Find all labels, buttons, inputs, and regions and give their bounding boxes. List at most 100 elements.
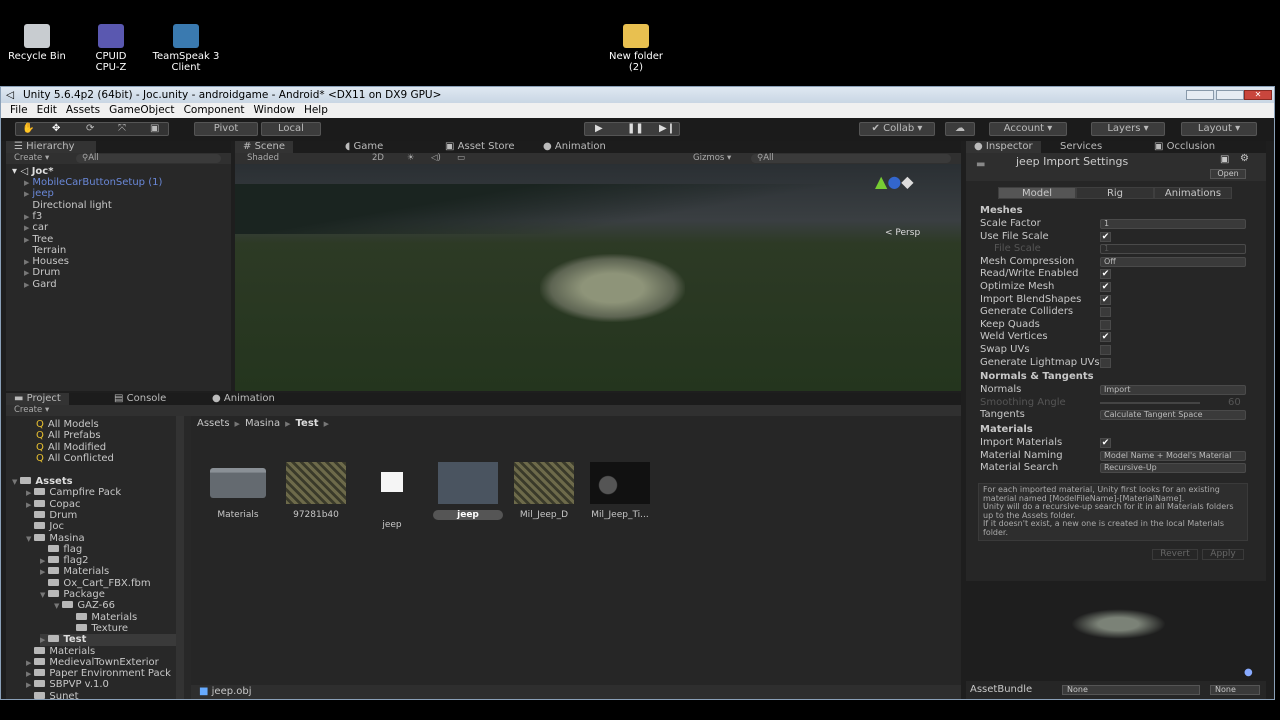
- folder-item[interactable]: ▼ Package: [40, 589, 182, 601]
- setting-checkbox[interactable]: [1100, 319, 1111, 330]
- expand-arrow-icon[interactable]: ▶: [24, 190, 29, 198]
- audio-toggle-icon[interactable]: ◁): [431, 153, 441, 164]
- setting-checkbox[interactable]: ✔: [1100, 231, 1111, 242]
- create-button[interactable]: Create ▾: [14, 153, 49, 164]
- step-button[interactable]: ▶❙: [659, 123, 675, 135]
- folder-item[interactable]: ▶Sunet: [26, 691, 182, 699]
- move-tool-icon[interactable]: ✥: [52, 123, 60, 135]
- setting-checkbox[interactable]: ✔: [1100, 294, 1111, 305]
- layout-dropdown[interactable]: Layout ▾: [1181, 122, 1257, 136]
- settings-gear-icon[interactable]: ⚙: [1240, 153, 1249, 164]
- favorite-search[interactable]: Q All Modified: [36, 442, 106, 453]
- hierarchy-item[interactable]: ▶Directional light: [24, 200, 111, 212]
- setting-field[interactable]: 1: [1100, 244, 1246, 255]
- desktop-icon[interactable]: Recycle Bin: [0, 24, 77, 62]
- setting-dropdown[interactable]: Import: [1100, 385, 1246, 396]
- asset-item[interactable]: 97281b40: [281, 462, 351, 520]
- revert-button[interactable]: Revert: [1152, 549, 1198, 560]
- folder-item[interactable]: ▶ Paper Environment Pack: [26, 668, 182, 680]
- play-button[interactable]: ▶: [595, 123, 603, 135]
- scene-gizmo[interactable]: ▲●◆: [875, 172, 945, 222]
- asset-label-icon[interactable]: ●: [1244, 667, 1253, 678]
- folder-item[interactable]: ▶ Materials: [40, 566, 182, 578]
- tab-game[interactable]: ◖ Game: [337, 141, 391, 153]
- favorite-search[interactable]: Q All Models: [36, 419, 99, 430]
- maximize-button[interactable]: [1216, 90, 1244, 100]
- setting-checkbox[interactable]: ✔: [1100, 332, 1111, 343]
- menu-file[interactable]: File: [10, 103, 28, 118]
- effects-toggle-icon[interactable]: ▭: [457, 153, 465, 164]
- hierarchy-search[interactable]: ⚲All: [76, 154, 221, 163]
- breadcrumb-item[interactable]: Test: [296, 418, 319, 429]
- setting-checkbox[interactable]: ✔: [1100, 282, 1111, 292]
- expand-arrow-icon[interactable]: ▶: [26, 670, 31, 678]
- scale-tool-icon[interactable]: ⤧: [118, 123, 126, 135]
- desktop-icon[interactable]: New folder (2): [596, 24, 676, 73]
- expand-arrow-icon[interactable]: ▶: [26, 659, 31, 667]
- setting-checkbox[interactable]: ✔: [1100, 438, 1111, 448]
- setting-dropdown[interactable]: Model Name + Model's Material: [1100, 450, 1246, 461]
- folder-item[interactable]: ▶ Test: [40, 634, 182, 647]
- account-button[interactable]: Account ▾: [989, 122, 1067, 136]
- setting-checkbox[interactable]: ✔: [1100, 269, 1111, 280]
- tree-scrollbar[interactable]: [176, 416, 184, 699]
- expand-arrow-icon[interactable]: ▶: [24, 269, 29, 277]
- jeep-model[interactable]: [540, 254, 685, 322]
- tab-inspector[interactable]: ● Inspector: [966, 141, 1041, 153]
- pivot-button[interactable]: Pivot: [194, 122, 258, 136]
- variant-dropdown[interactable]: None: [1210, 685, 1260, 695]
- hierarchy-item[interactable]: ▶ f3: [24, 211, 42, 223]
- model-preview[interactable]: ●: [966, 581, 1266, 681]
- collab-button[interactable]: ✔ Collab ▾: [859, 122, 935, 136]
- hierarchy-item[interactable]: ▶ Houses: [24, 256, 69, 268]
- folder-item[interactable]: ▶flag: [40, 544, 182, 556]
- folder-item[interactable]: ▶ Campfire Pack: [26, 487, 182, 499]
- favorite-search[interactable]: Q All Prefabs: [36, 430, 101, 441]
- folder-item[interactable]: ▶Texture: [68, 623, 182, 635]
- menu-edit[interactable]: Edit: [37, 103, 57, 118]
- menu-window[interactable]: Window: [254, 103, 295, 118]
- hierarchy-item[interactable]: ▶ Gard: [24, 279, 57, 291]
- subtab-model[interactable]: Model: [998, 187, 1076, 199]
- gizmos-dropdown[interactable]: Gizmos ▾: [693, 153, 731, 164]
- asset-item[interactable]: Mil_Jeep_D: [509, 462, 579, 520]
- tab-console[interactable]: ▤ Console: [106, 393, 174, 405]
- tab-services[interactable]: Services: [1052, 141, 1110, 153]
- expand-arrow-icon[interactable]: ▶: [24, 258, 29, 266]
- cloud-button[interactable]: ☁: [945, 122, 975, 136]
- expand-arrow-icon[interactable]: ▶: [40, 557, 45, 565]
- folder-item[interactable]: ▶ flag2: [40, 555, 182, 567]
- rect-tool-icon[interactable]: ▣: [150, 123, 159, 135]
- expand-arrow-icon[interactable]: ▶: [24, 281, 29, 289]
- asset-item[interactable]: Materials: [203, 462, 273, 520]
- help-icon[interactable]: ▣: [1220, 154, 1229, 165]
- lighting-toggle-icon[interactable]: ☀: [407, 153, 415, 164]
- expand-arrow-icon[interactable]: ▶: [26, 489, 31, 497]
- desktop-icon[interactable]: CPUID CPU-Z: [71, 24, 151, 73]
- folder-item[interactable]: ▶ Copac: [26, 499, 182, 511]
- collapse-arrow-icon[interactable]: ▼: [26, 535, 31, 543]
- folder-item[interactable]: ▶Joc: [26, 521, 182, 533]
- asset-item[interactable]: jeep: [433, 462, 503, 520]
- tab-scene[interactable]: # Scene: [235, 141, 294, 153]
- assetbundle-dropdown[interactable]: None: [1062, 685, 1200, 695]
- tab-animation[interactable]: ● Animation: [204, 393, 283, 405]
- tab-hierarchy[interactable]: ☰ Hierarchy: [6, 141, 96, 153]
- setting-checkbox[interactable]: [1100, 357, 1111, 368]
- 2d-toggle[interactable]: 2D: [372, 153, 384, 164]
- expand-arrow-icon[interactable]: ▶: [24, 224, 29, 232]
- tab-asset-store[interactable]: ▣ Asset Store: [437, 141, 523, 153]
- expand-arrow-icon[interactable]: ▶: [24, 179, 29, 187]
- desktop-icon[interactable]: TeamSpeak 3 Client: [146, 24, 226, 73]
- menu-component[interactable]: Component: [184, 103, 245, 118]
- expand-arrow-icon[interactable]: ▶: [26, 501, 31, 509]
- setting-dropdown[interactable]: Calculate Tangent Space: [1100, 410, 1246, 421]
- local-button[interactable]: Local: [261, 122, 321, 136]
- tab-animation[interactable]: ● Animation: [535, 141, 614, 153]
- expand-arrow-icon[interactable]: ▶: [40, 636, 45, 644]
- apply-button[interactable]: Apply: [1202, 549, 1244, 560]
- open-button[interactable]: Open: [1210, 169, 1246, 179]
- expand-arrow-icon[interactable]: ▶: [24, 213, 29, 221]
- subtab-rig[interactable]: Rig: [1076, 187, 1154, 199]
- projection-label[interactable]: < Persp: [885, 228, 920, 238]
